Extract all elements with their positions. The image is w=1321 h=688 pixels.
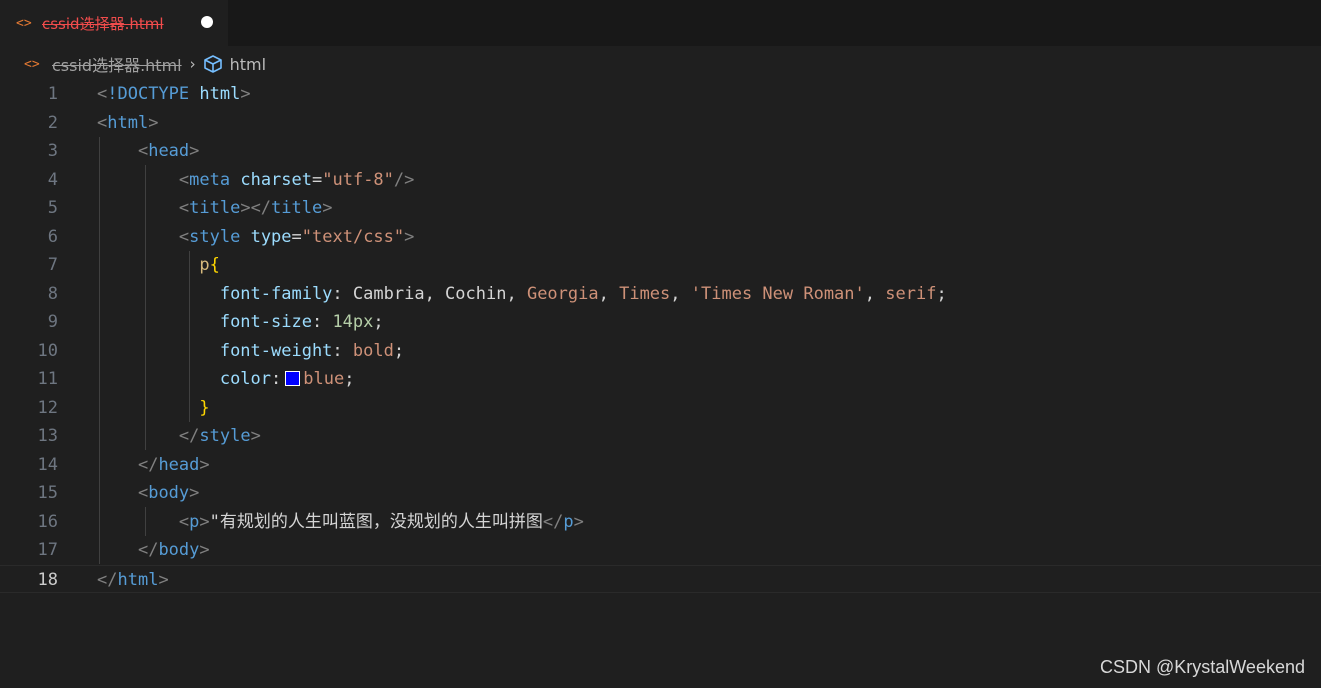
code-line: 10 font-weight: bold; [0,337,1321,366]
code-text: font-size: 14px; [219,312,384,332]
code-brackets-icon: <> [16,15,32,31]
code-editor[interactable]: 1 <!DOCTYPE html> 2 <html> 3 <head> 4 <m… [0,80,1321,600]
code-text: <body> [137,483,200,503]
unsaved-dot-icon[interactable] [201,16,213,28]
code-text: <p>"有规划的人生叫蓝图，没规划的人生叫拼图</p> [178,511,584,532]
code-line: 14 </head> [0,451,1321,480]
code-text: </style> [178,426,261,446]
color-swatch[interactable] [285,371,301,386]
code-text: font-family: Cambria, Cochin, Georgia, T… [219,283,947,304]
code-text: font-weight: bold; [219,340,405,361]
line-number: 11 [37,369,58,389]
line-number: 17 [37,540,58,560]
watermark: CSDN @KrystalWeekend [1099,657,1305,677]
line-number: 9 [47,312,58,332]
code-line: 17 </body> [0,536,1321,565]
line-number: 4 [47,169,58,190]
breadcrumb-symbol[interactable]: html [230,55,266,74]
breadcrumb: <> cssid选择器.html › html [24,52,266,76]
line-number: 6 [47,226,58,247]
code-line: 13 </style> [0,422,1321,451]
editor-tab[interactable]: <> cssid选择器.html [0,0,228,46]
code-text: <style type="text/css"> [178,226,415,247]
code-line: 9 font-size: 14px; [0,308,1321,337]
line-number: 16 [37,511,58,532]
line-number: 5 [47,198,58,218]
code-line: 15 <body> [0,479,1321,508]
code-text: <!DOCTYPE html> [97,84,251,104]
line-number: 15 [37,483,58,503]
code-line: 5 <title></title> [0,194,1321,223]
line-number: 1 [47,84,58,104]
tab-bar: <> cssid选择器.html [0,0,1321,46]
code-line: 1 <!DOCTYPE html> [0,80,1321,109]
line-number: 18 [37,569,58,590]
code-line-current: 18 </html> [0,564,1321,593]
code-text: </body> [137,540,210,560]
code-brackets-icon: <> [24,56,40,72]
code-line: 7 p{ [0,251,1321,280]
code-text: } [199,397,210,418]
line-number: 14 [37,454,58,475]
code-text: <meta charset="utf-8"/> [178,169,415,190]
line-number: 7 [47,255,58,275]
code-line: 3 <head> [0,137,1321,166]
code-text: <html> [97,112,159,133]
code-line: 8 font-family: Cambria, Cochin, Georgia,… [0,280,1321,309]
code-text: color: blue; [219,369,355,389]
line-number: 12 [37,397,58,418]
line-number: 10 [37,340,58,361]
tab-label: cssid选择器.html [42,14,164,33]
code-line: 4 <meta charset="utf-8"/> [0,166,1321,195]
line-number: 8 [47,283,58,304]
code-line: 2 <html> [0,109,1321,138]
chevron-right-icon: › [189,55,196,73]
line-number: 2 [47,112,58,133]
code-line: 6 <style type="text/css"> [0,223,1321,252]
line-number: 3 [47,141,58,161]
code-text: p{ [199,255,220,275]
code-text: </html> [97,569,169,590]
code-line: 16 <p>"有规划的人生叫蓝图，没规划的人生叫拼图</p> [0,508,1321,537]
cube-icon [203,55,222,73]
code-line: 11 color: blue; [0,365,1321,394]
breadcrumb-file[interactable]: cssid选择器.html [52,52,182,76]
code-text: </head> [137,454,210,475]
code-text: <head> [137,141,200,161]
line-number: 13 [37,426,58,446]
code-text: <title></title> [178,198,333,218]
code-line: 12 } [0,394,1321,423]
